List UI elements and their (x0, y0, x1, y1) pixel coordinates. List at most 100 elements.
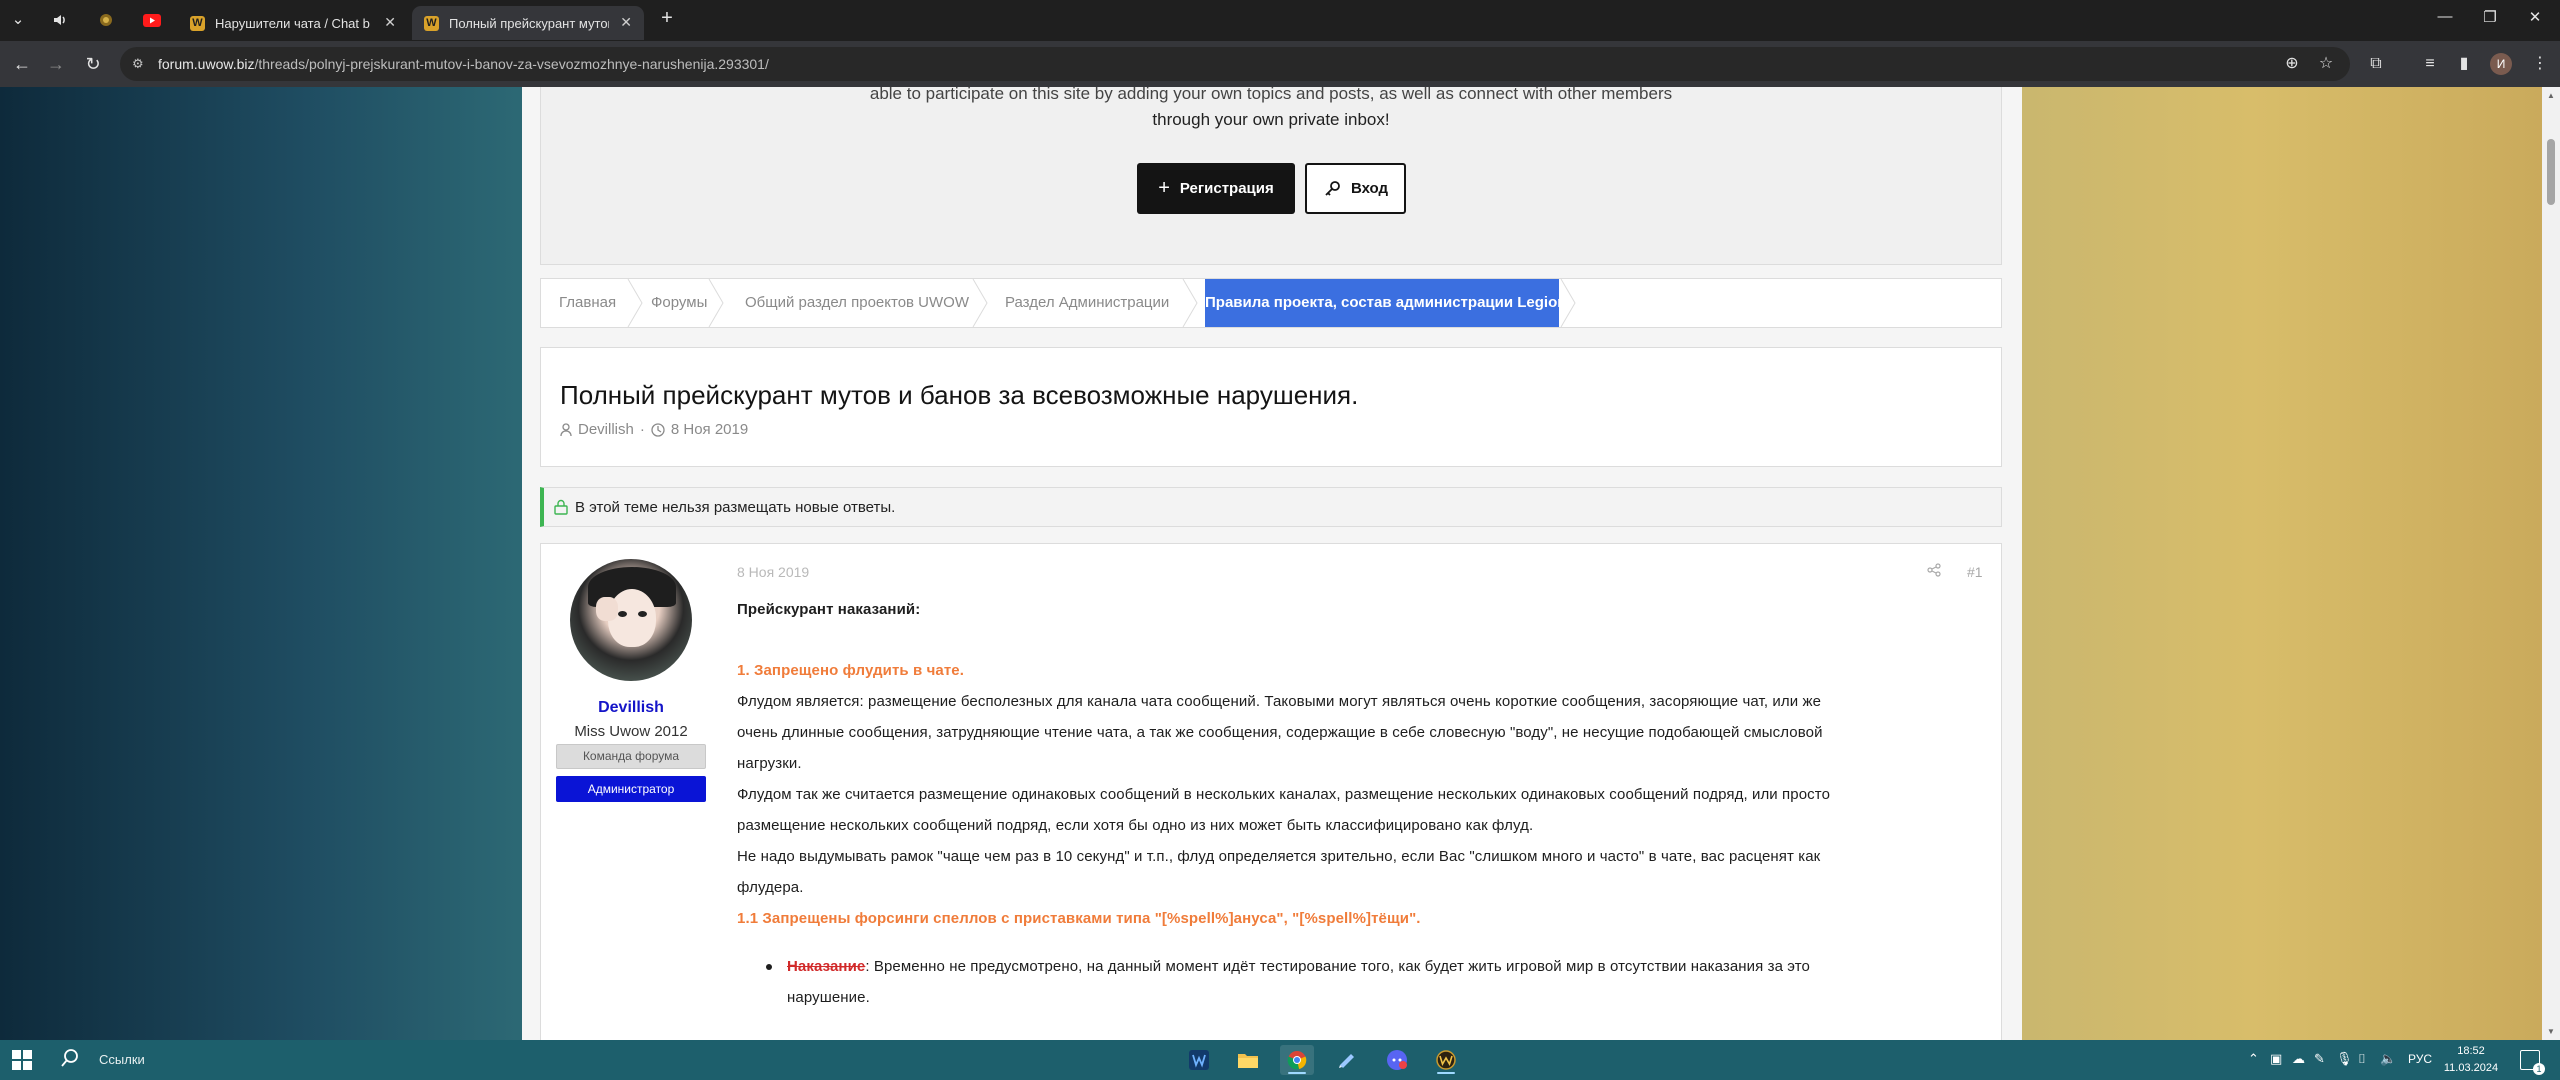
post-body: 8 Ноя 2019 #1 Прейскурант наказаний: 1. … (737, 544, 1987, 1040)
zoom-icon[interactable]: ⊕ (2280, 53, 2304, 75)
pinned-tab-wow[interactable] (88, 8, 124, 32)
rule-1-1-title: 1.1 Запрещены форсинги спеллов с пристав… (737, 910, 1421, 927)
breadcrumb-separator-icon (626, 279, 644, 327)
extensions-icon[interactable]: ⧉ (2364, 53, 2388, 75)
post-username[interactable]: Devillish (541, 699, 721, 717)
side-panel-icon[interactable]: ▮ (2452, 53, 2476, 75)
notifications-icon[interactable]: 1 (2520, 1050, 2545, 1075)
bookmark-star-icon[interactable]: ☆ (2314, 53, 2338, 75)
tab-chat-breakers[interactable]: W Нарушители чата / Chat breakers ✕ (178, 6, 408, 40)
key-icon (1325, 180, 1340, 196)
windows-start-button[interactable] (12, 1050, 32, 1070)
tab-search-chevron-icon[interactable]: ⌄ (8, 10, 28, 30)
taskbar-app-wow[interactable] (1429, 1045, 1463, 1075)
user-icon (560, 422, 572, 436)
new-tab-button[interactable]: + (656, 8, 678, 28)
media-controls-icon[interactable]: ≡ (2418, 53, 2442, 75)
browser-tab-strip: ⌄ W Нарушители чата / Chat breakers ✕ W … (0, 0, 2560, 41)
clock-time: 18:52 (2457, 1045, 2485, 1057)
guest-invite-box: able to participate on this site by addi… (540, 87, 2002, 265)
breadcrumb-admin-section[interactable]: Раздел Администрации (1005, 279, 1169, 327)
thread-meta: Devillish · 8 Ноя 2019 (560, 421, 748, 438)
tab-price-list[interactable]: W Полный прейскурант мутов и банов ✕ (412, 6, 644, 40)
taskbar-app-wow-launcher[interactable] (1182, 1045, 1216, 1075)
pinned-tab-audio[interactable] (42, 8, 78, 32)
punishment-line: Наказание: Временно не предусмотрено, на… (787, 958, 1810, 975)
post-number[interactable]: #1 (1967, 564, 1983, 580)
avatar[interactable] (570, 559, 692, 681)
youtube-icon (143, 13, 161, 27)
page-scrollbar[interactable]: ▲ ▼ (2542, 87, 2560, 1040)
post-text-line: Флудом так же считается размещение одина… (737, 786, 1831, 803)
user-badge-admin: Администратор (556, 776, 706, 802)
lock-icon (554, 499, 568, 515)
thread-title: Полный прейскурант мутов и банов за всев… (560, 380, 1359, 410)
taskbar-app-chrome[interactable] (1280, 1045, 1314, 1075)
site-info-icon[interactable]: ⚙ (132, 56, 148, 72)
scroll-down-arrow-icon[interactable]: ▼ (2546, 1027, 2556, 1036)
breadcrumb-forums[interactable]: Форумы (651, 279, 707, 327)
breadcrumb-home[interactable]: Главная (559, 279, 616, 327)
tray-pen-icon[interactable]: ✎ (2314, 1051, 2325, 1067)
language-indicator[interactable]: РУС (2408, 1052, 2432, 1066)
scroll-up-arrow-icon[interactable]: ▲ (2546, 91, 2556, 100)
windows-taskbar: Ссылки ⌃ ▣ ☁ ✎ 🎙 ⌷ 🔈 РУС 18:52 11.03.202… (0, 1040, 2560, 1080)
close-tab-icon[interactable]: ✕ (384, 14, 396, 31)
taskbar-search-icon[interactable] (60, 1048, 80, 1074)
discord-icon (1387, 1050, 1407, 1070)
guest-text-line1: able to participate on this site by addi… (869, 87, 1673, 103)
login-button[interactable]: Вход (1305, 163, 1406, 214)
breadcrumb-separator-icon (971, 279, 989, 327)
breadcrumb: Главная Форумы Общий раздел проектов UWO… (540, 278, 2002, 328)
post-date[interactable]: 8 Ноя 2019 (737, 564, 809, 580)
breadcrumb-current[interactable]: Правила проекта, состав администрации Le… (1205, 279, 1566, 327)
tray-app-icon[interactable]: ▣ (2270, 1051, 2282, 1067)
taskbar-app-discord[interactable] (1380, 1045, 1414, 1075)
post-heading: Прейскурант наказаний: (737, 601, 921, 618)
wow-game-icon (1436, 1050, 1456, 1070)
post-text-line: Флудом является: размещение бесполезных … (737, 693, 1822, 710)
wow-launcher-icon (1189, 1050, 1209, 1070)
notification-count: 1 (2533, 1063, 2545, 1075)
onedrive-cloud-icon[interactable]: ☁ (2292, 1051, 2305, 1067)
taskbar-app-launcher[interactable] (1330, 1045, 1364, 1075)
pinned-tab-youtube[interactable] (134, 8, 170, 32)
system-clock[interactable]: 18:52 11.03.2024 (2436, 1043, 2506, 1077)
share-icon[interactable] (1927, 563, 1941, 580)
menu-kebab-icon[interactable]: ⋮ (2528, 53, 2552, 75)
breadcrumb-separator-icon (1181, 279, 1199, 327)
close-tab-icon[interactable]: ✕ (620, 14, 632, 31)
chrome-icon (1287, 1051, 1307, 1070)
microphone-icon[interactable]: 🎙 (2336, 1051, 2353, 1067)
thread-locked-notice: В этой теме нельзя размещать новые ответ… (540, 487, 2002, 527)
post-text-line: флудера. (737, 879, 804, 896)
url-text[interactable]: forum.uwow.biz/threads/polnyj-prejskuran… (158, 56, 769, 72)
volume-icon[interactable]: 🔈 (2380, 1051, 2396, 1067)
tray-expand-icon[interactable]: ⌃ (2248, 1051, 2259, 1067)
thread-date[interactable]: 8 Ноя 2019 (671, 421, 748, 438)
uwow-favicon-icon: W (190, 15, 205, 31)
list-bullet (766, 964, 772, 970)
thread-header: Полный прейскурант мутов и банов за всев… (540, 347, 2002, 467)
breadcrumb-general-section[interactable]: Общий раздел проектов UWOW (745, 279, 969, 327)
close-window-button[interactable]: ✕ (2515, 8, 2555, 26)
scrollbar-thumb[interactable] (2547, 139, 2555, 205)
reload-button[interactable]: ↻ (80, 52, 106, 76)
restore-button[interactable]: ❐ (2470, 8, 2510, 26)
forward-button[interactable]: → (43, 52, 69, 76)
user-badge-team: Команда форума (556, 744, 706, 769)
back-button[interactable]: ← (9, 52, 35, 76)
speaker-icon (54, 15, 65, 25)
post-text-line: Не надо выдумывать рамок "чаще чем раз в… (737, 848, 1821, 865)
taskbar-search-label[interactable]: Ссылки (99, 1052, 145, 1067)
punishment-label: Наказание (787, 958, 866, 975)
minimize-button[interactable]: — (2425, 8, 2465, 25)
profile-avatar[interactable]: И (2490, 53, 2512, 75)
register-button[interactable]: + Регистрация (1137, 163, 1295, 214)
address-bar[interactable]: ⚙ forum.uwow.biz/threads/polnyj-prejskur… (120, 47, 2350, 81)
network-icon[interactable]: ⌷ (2358, 1051, 2366, 1067)
taskbar-app-file-explorer[interactable] (1231, 1045, 1265, 1075)
post: Devillish Miss Uwow 2012 Команда форума … (540, 543, 2002, 1040)
plus-icon: + (1158, 177, 1170, 199)
thread-author[interactable]: Devillish (578, 421, 634, 438)
